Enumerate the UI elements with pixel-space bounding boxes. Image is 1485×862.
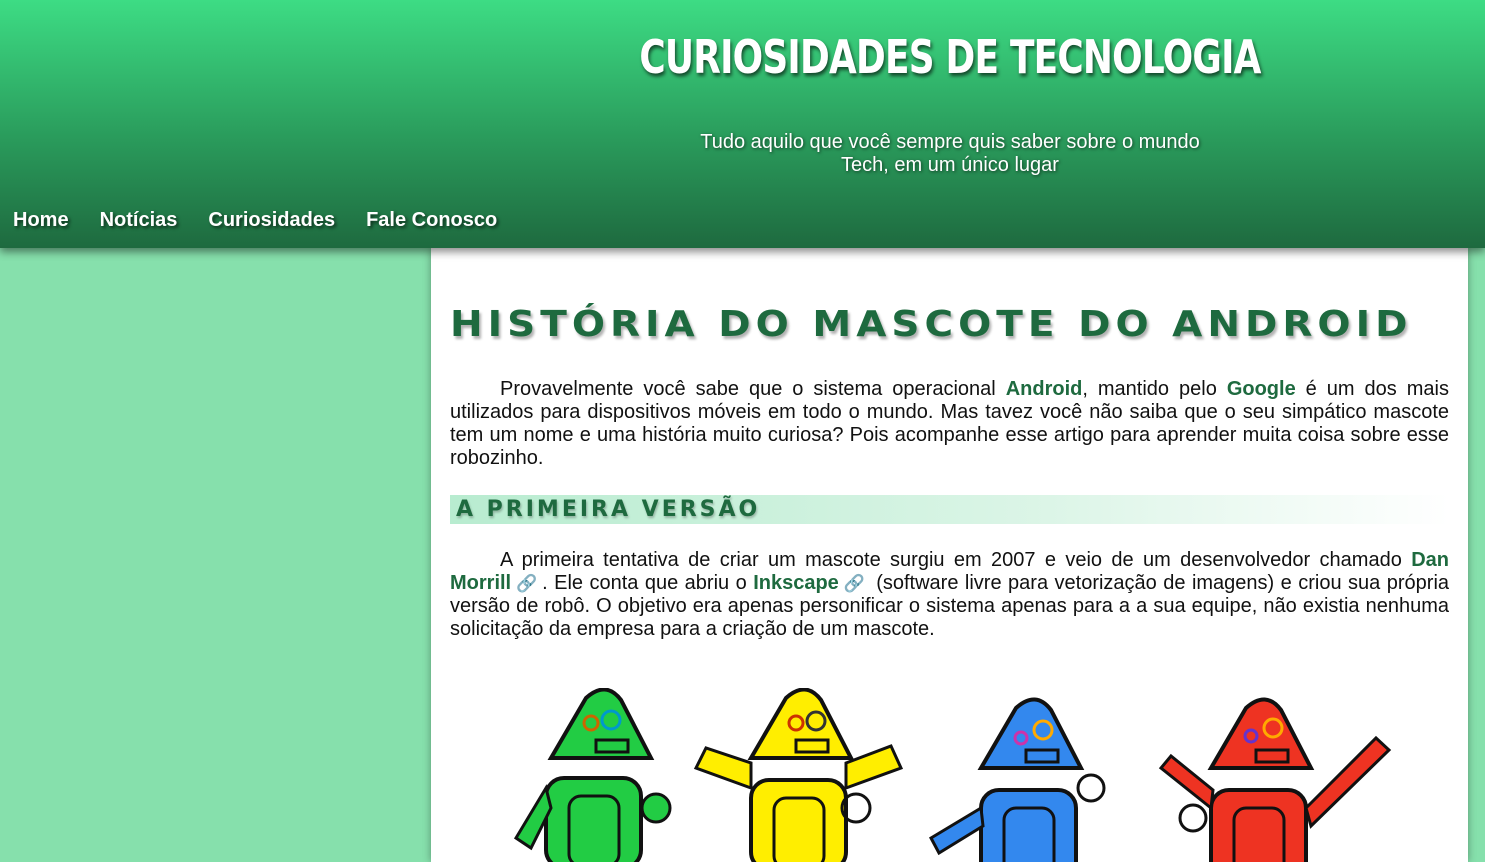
robot-red bbox=[1158, 697, 1392, 862]
subtitle-line-2: Tech, em um único lugar bbox=[841, 154, 1059, 176]
section1-text-1: A primeira tentativa de criar um mascote… bbox=[500, 549, 1412, 571]
subtitle-line-1: Tudo aquilo que você sempre quis saber s… bbox=[700, 131, 1200, 153]
section-heading-primeira-versao: A PRIMEIRA VERSÃO bbox=[450, 495, 1449, 524]
robot-mascots-image bbox=[513, 688, 1392, 862]
article: HISTÓRIA DO MASCOTE DO ANDROID Provavelm… bbox=[450, 248, 1449, 641]
main-content: HISTÓRIA DO MASCOTE DO ANDROID Provavelm… bbox=[431, 248, 1468, 862]
external-link-icon: 🔗 bbox=[842, 574, 866, 593]
nav-home[interactable]: Home bbox=[13, 209, 69, 232]
inkscape-link[interactable]: Inkscape bbox=[753, 572, 839, 594]
intro-text-1: Provavelmente você sabe que o sistema op… bbox=[500, 378, 1006, 400]
nav-curiosidades[interactable]: Curiosidades bbox=[208, 209, 335, 232]
robot-green bbox=[513, 688, 672, 862]
android-highlight: Android bbox=[1005, 378, 1083, 400]
section1-paragraph: A primeira tentativa de criar um mascote… bbox=[450, 549, 1449, 641]
site-title: CURIOSIDADES DE TECNOLOGIA bbox=[639, 30, 1261, 84]
article-title: HISTÓRIA DO MASCOTE DO ANDROID bbox=[450, 304, 1413, 346]
robot-blue bbox=[929, 697, 1106, 862]
intro-paragraph: Provavelmente você sabe que o sistema op… bbox=[450, 378, 1449, 470]
external-link-icon: 🔗 bbox=[515, 574, 539, 593]
site-subtitle: Tudo aquilo que você sempre quis saber s… bbox=[690, 131, 1210, 177]
google-highlight: Google bbox=[1226, 378, 1296, 400]
intro-text-2: , mantido pelo bbox=[1082, 378, 1227, 400]
nav-fale-conosco[interactable]: Fale Conosco bbox=[366, 209, 497, 232]
nav-noticias[interactable]: Notícias bbox=[100, 209, 178, 232]
robot-yellow bbox=[693, 688, 904, 862]
section1-text-2: . Ele conta que abriu o bbox=[542, 572, 754, 594]
site-header: CURIOSIDADES DE TECNOLOGIA Tudo aquilo q… bbox=[0, 0, 1485, 248]
main-nav: Home Notícias Curiosidades Fale Conosco bbox=[13, 209, 528, 232]
